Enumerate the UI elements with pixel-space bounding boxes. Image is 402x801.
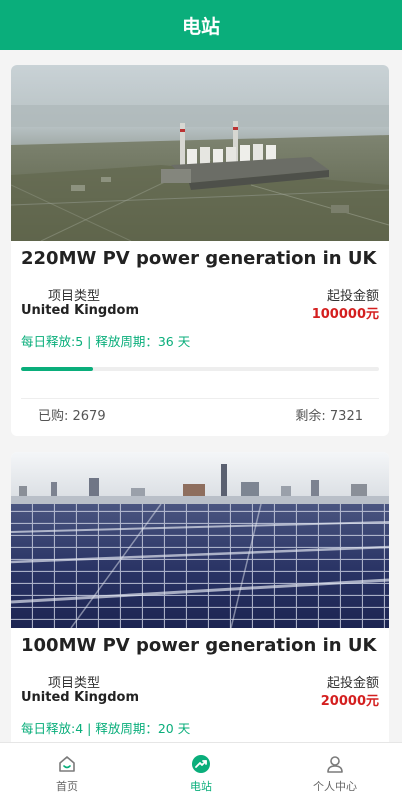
project-card[interactable]: 220MW PV power generation in UK 项目类型 Uni…	[11, 65, 389, 436]
project-type-label: 项目类型	[48, 676, 101, 691]
purchased-count: 已购: 2679	[38, 409, 106, 424]
bottom-tab-bar: 首页 电站 个人中心	[0, 742, 402, 801]
min-investment-label: 起投金额	[326, 676, 379, 691]
page-title: 电站	[181, 15, 220, 38]
project-title: 220MW PV power generation in UK	[21, 248, 377, 269]
user-icon	[327, 756, 343, 773]
progress-bar	[21, 367, 379, 371]
tab-power-station[interactable]: 电站	[134, 743, 268, 801]
tab-home-label: 首页	[56, 780, 78, 793]
tab-power-station-label: 电站	[190, 780, 212, 793]
project-card[interactable]: 100MW PV power generation in UK 项目类型 Uni…	[11, 452, 389, 742]
project-type-value: United Kingdom	[21, 303, 140, 318]
card-divider	[21, 398, 379, 399]
min-investment-label: 起投金额	[326, 289, 379, 304]
remaining-count: 剩余: 7321	[295, 409, 363, 424]
power-station-icon	[192, 755, 210, 773]
tab-profile-label: 个人中心	[313, 780, 357, 793]
progress-bar-fill	[21, 367, 93, 371]
app-root: 电站 220MW PV power generation in UK 项目类型 …	[0, 0, 402, 801]
project-type-label: 项目类型	[48, 289, 101, 304]
min-investment-value: 100000元	[311, 307, 379, 322]
min-investment-value: 20000元	[320, 694, 379, 709]
home-icon	[59, 756, 75, 772]
page-header: 电站	[0, 0, 402, 50]
project-type-value: United Kingdom	[21, 690, 140, 705]
solar-farm-photo	[11, 452, 389, 628]
power-plant-photo	[11, 65, 389, 241]
project-title: 100MW PV power generation in UK	[21, 635, 377, 656]
tab-home[interactable]: 首页	[0, 743, 134, 801]
release-info: 每日释放:4 | 释放周期：20 天	[21, 721, 191, 736]
release-info: 每日释放:5 | 释放周期：36 天	[21, 334, 191, 349]
project-list[interactable]: 220MW PV power generation in UK 项目类型 Uni…	[0, 50, 402, 742]
tab-profile[interactable]: 个人中心	[268, 743, 402, 801]
